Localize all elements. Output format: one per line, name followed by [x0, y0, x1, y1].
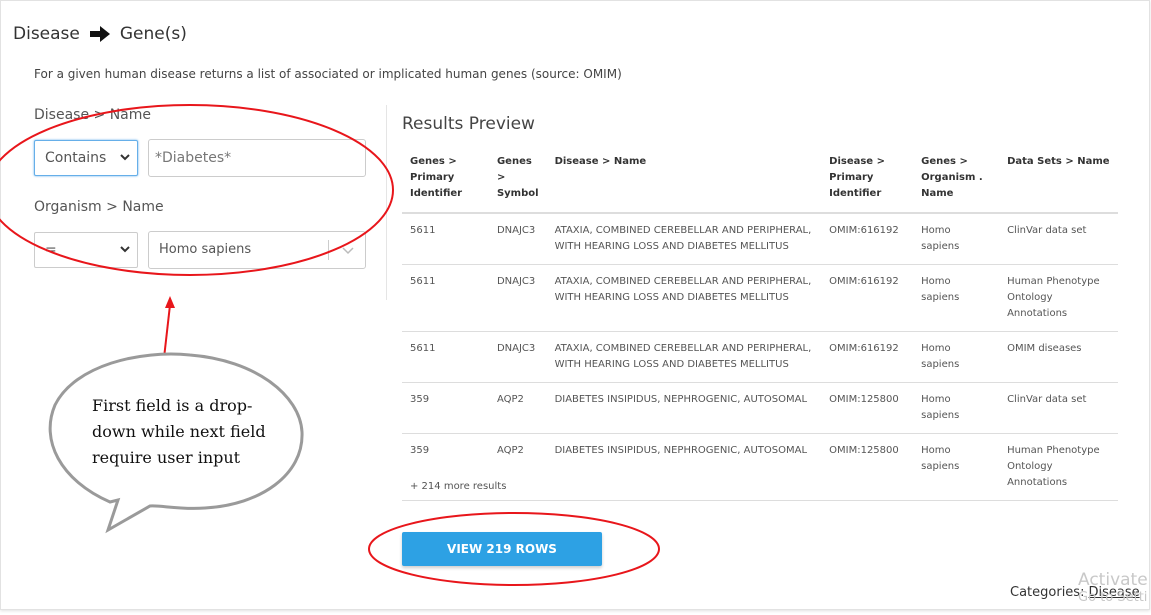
title-from: Disease	[13, 24, 80, 44]
disease-name-cell: ATAXIA, COMBINED CEREBELLAR AND PERIPHER…	[546, 213, 822, 265]
watermark-line1: Activate	[1078, 570, 1148, 590]
disease-value-input[interactable]: *Diabetes*	[148, 139, 366, 177]
disease-id-cell: OMIM:616192	[821, 264, 914, 332]
gene-symbol-cell: AQP2	[488, 382, 547, 434]
column-header[interactable]: Genes > Symbol	[488, 150, 547, 214]
gene-id-cell: 5611	[402, 264, 489, 332]
disease-name-cell: ATAXIA, COMBINED CEREBELLAR AND PERIPHER…	[546, 264, 822, 332]
results-table: Genes > Primary Identifier Genes > Symbo…	[402, 150, 1118, 501]
column-header[interactable]: Genes > Primary Identifier	[402, 150, 489, 214]
template-description: For a given human disease returns a list…	[34, 67, 622, 81]
dataset-cell: Human Phenotype Ontology Annotations	[999, 264, 1118, 332]
disease-id-cell: OMIM:125800	[821, 433, 914, 501]
column-header[interactable]: Disease > Name	[546, 150, 822, 214]
column-header[interactable]: Data Sets > Name	[999, 150, 1118, 214]
activation-watermark: Activate Go to Setti	[1078, 571, 1148, 607]
organism-cell: Homo sapiens	[913, 433, 1000, 501]
column-header[interactable]: Disease > Primary Identifier	[821, 150, 914, 214]
table-row: 5611 DNAJC3 ATAXIA, COMBINED CEREBELLAR …	[402, 264, 1118, 332]
callout-text: First field is a drop-down while next fi…	[92, 396, 266, 467]
disease-id-cell: OMIM:616192	[821, 213, 914, 265]
column-header[interactable]: Genes > Organism . Name	[913, 150, 1000, 214]
table-row: 5611 DNAJC3 ATAXIA, COMBINED CEREBELLAR …	[402, 331, 1118, 383]
organism-cell: Homo sapiens	[913, 382, 1000, 434]
organism-cell: Homo sapiens	[913, 264, 1000, 332]
panel-divider	[386, 105, 387, 300]
title-to: Gene(s)	[119, 24, 187, 44]
more-results-link[interactable]: + 214 more results	[410, 481, 506, 492]
table-header-row: Genes > Primary Identifier Genes > Symbo…	[402, 150, 1118, 214]
gene-id-cell: 5611	[402, 331, 489, 383]
gene-symbol-cell: DNAJC3	[488, 331, 547, 383]
table-row: 5611 DNAJC3 ATAXIA, COMBINED CEREBELLAR …	[402, 213, 1118, 265]
right-arrow-icon	[89, 26, 110, 42]
disease-operator-value: Contains	[45, 150, 107, 166]
gene-symbol-cell: DNAJC3	[488, 213, 547, 265]
disease-name-cell: DIABETES INSIPIDUS, NEPHROGENIC, AUTOSOM…	[546, 433, 822, 501]
organism-operator-select[interactable]: =	[34, 232, 138, 268]
disease-operator-select[interactable]: Contains	[34, 140, 138, 176]
organism-value: Homo sapiens	[159, 242, 252, 257]
gene-id-cell: 5611	[402, 213, 489, 265]
disease-name-cell: ATAXIA, COMBINED CEREBELLAR AND PERIPHER…	[546, 331, 822, 383]
organism-value-combobox[interactable]: Homo sapiens	[148, 231, 366, 269]
organism-cell: Homo sapiens	[913, 213, 1000, 265]
organism-cell: Homo sapiens	[913, 331, 1000, 383]
disease-name-label: Disease > Name	[34, 107, 151, 123]
gene-symbol-cell: DNAJC3	[488, 264, 547, 332]
organism-operator-value: =	[45, 242, 57, 258]
chevron-down-icon	[119, 141, 131, 188]
disease-id-cell: OMIM:616192	[821, 331, 914, 383]
dataset-cell: ClinVar data set	[999, 382, 1118, 434]
watermark-line2: Go to Setti	[1078, 590, 1148, 605]
chevron-down-icon	[119, 233, 131, 280]
categories-label: Categories:	[1010, 585, 1085, 600]
dataset-cell: Human Phenotype Ontology Annotations	[999, 433, 1118, 501]
view-rows-button[interactable]: VIEW 219 ROWS	[402, 532, 602, 566]
page-title: Disease Gene(s)	[13, 24, 187, 44]
gene-id-cell: 359	[402, 382, 489, 434]
combobox-separator	[328, 240, 329, 260]
disease-id-cell: OMIM:125800	[821, 382, 914, 434]
disease-name-cell: DIABETES INSIPIDUS, NEPHROGENIC, AUTOSOM…	[546, 382, 822, 434]
chevron-down-icon[interactable]	[341, 232, 355, 283]
dataset-cell: OMIM diseases	[999, 331, 1118, 383]
organism-name-label: Organism > Name	[34, 199, 164, 215]
table-row: 359 AQP2 DIABETES INSIPIDUS, NEPHROGENIC…	[402, 382, 1118, 434]
results-preview-title: Results Preview	[402, 114, 535, 134]
dataset-cell: ClinVar data set	[999, 213, 1118, 265]
table-row: 359 AQP2 DIABETES INSIPIDUS, NEPHROGENIC…	[402, 433, 1118, 501]
